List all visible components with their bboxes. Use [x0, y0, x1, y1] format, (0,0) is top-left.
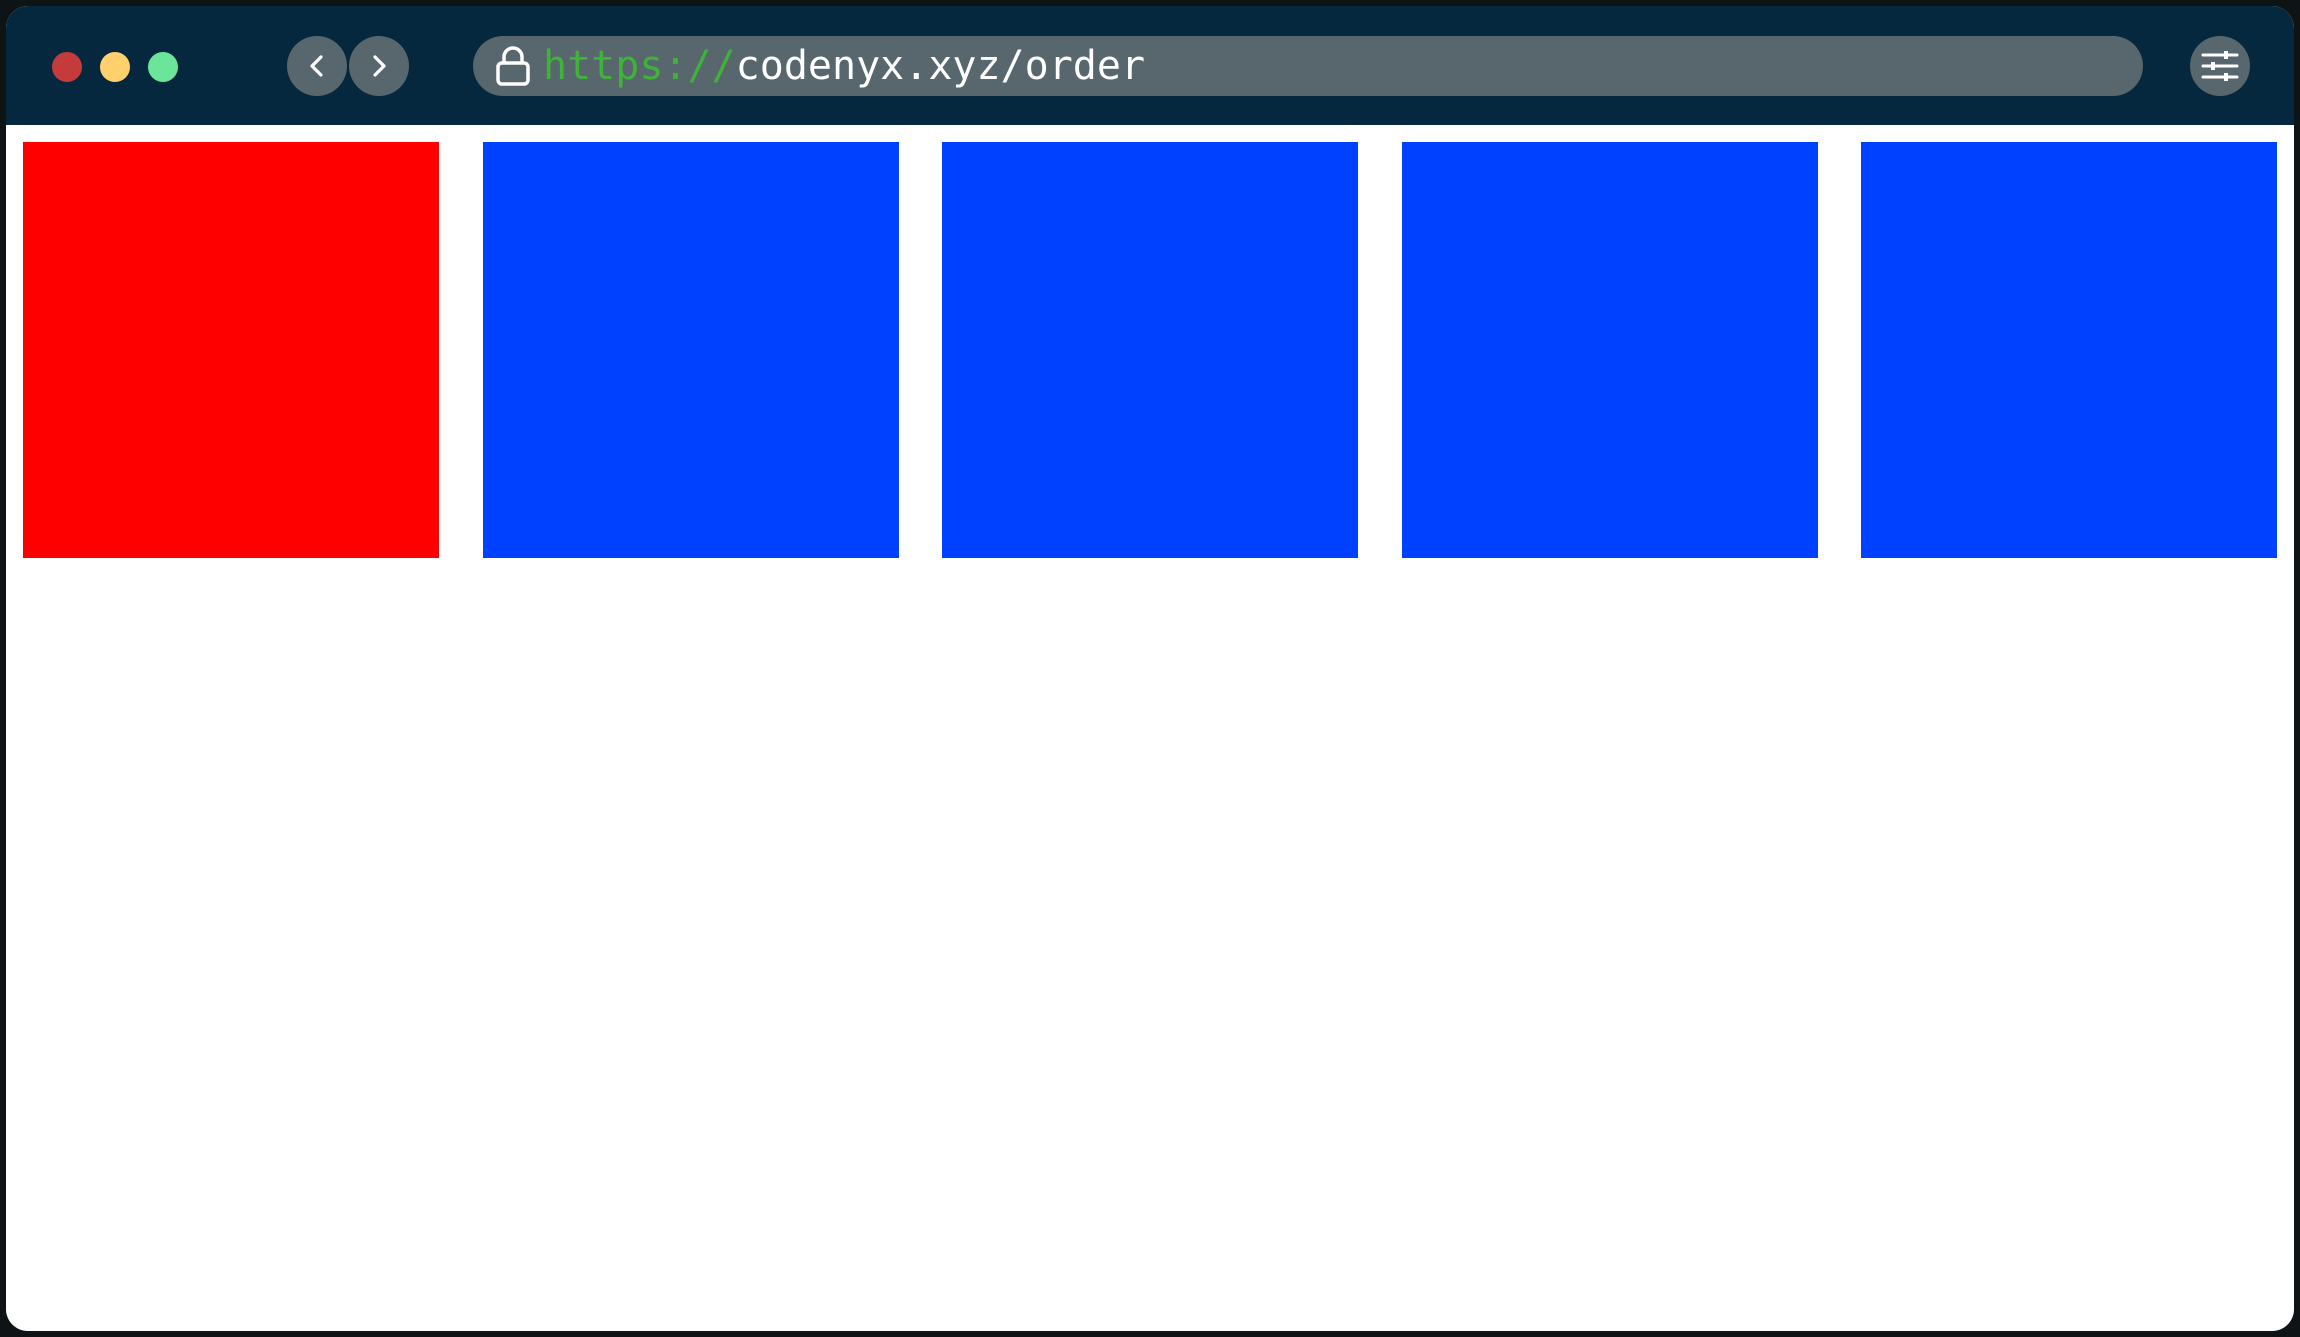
chevron-left-icon — [310, 55, 323, 77]
lock-icon — [493, 44, 533, 88]
square-box-1 — [23, 142, 439, 558]
square-box-5 — [1861, 142, 2277, 558]
url-scheme: https:// — [543, 43, 736, 89]
maximize-window-button[interactable] — [148, 52, 178, 82]
url-text: https://codenyx.xyz/order — [543, 36, 1145, 96]
close-window-button[interactable] — [52, 52, 82, 82]
minimize-window-button[interactable] — [100, 52, 130, 82]
sliders-icon — [2201, 51, 2239, 81]
browser-window: https://codenyx.xyz/order — [6, 6, 2294, 1331]
url-host-path: codenyx.xyz/order — [735, 43, 1146, 89]
forward-button[interactable] — [349, 36, 409, 96]
page-content — [6, 125, 2294, 1331]
square-box-3 — [942, 142, 1358, 558]
back-button[interactable] — [287, 36, 347, 96]
square-box-2 — [483, 142, 899, 558]
chevron-right-icon — [373, 55, 386, 77]
square-box-4 — [1402, 142, 1818, 558]
browser-titlebar: https://codenyx.xyz/order — [6, 6, 2294, 125]
address-bar[interactable]: https://codenyx.xyz/order — [473, 36, 2143, 96]
settings-button[interactable] — [2190, 36, 2250, 96]
